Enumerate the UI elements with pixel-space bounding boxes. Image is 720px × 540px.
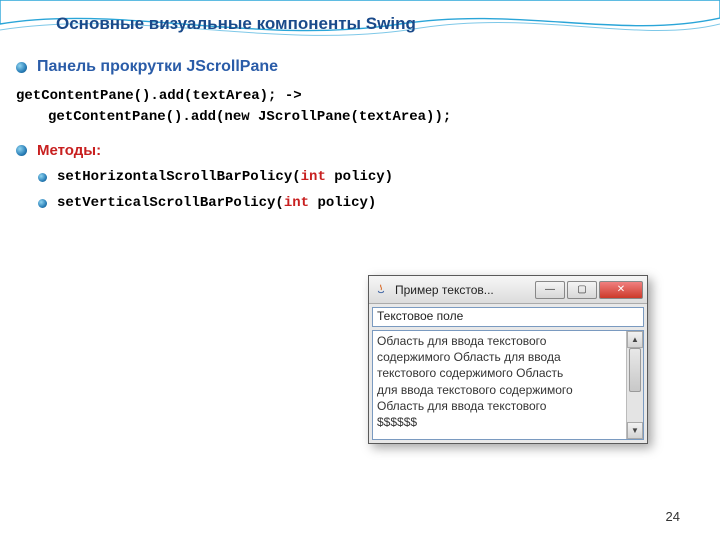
- textarea-line: для ввода текстового содержимого: [377, 382, 622, 398]
- bullet-icon: [16, 145, 27, 156]
- text-area[interactable]: Область для ввода текстового содержимого…: [373, 331, 626, 439]
- example-window: Пример текстов... — ▢ ✕ Текстовое поле О…: [368, 275, 648, 444]
- textarea-line: содержимого Область для ввода: [377, 349, 622, 365]
- scroll-pane: Область для ввода текстового содержимого…: [372, 330, 644, 440]
- method-item: setVerticalScrollBarPolicy(int policy): [38, 195, 704, 211]
- code-block: getContentPane().add(textArea); -> getCo…: [16, 86, 704, 128]
- textarea-line: $$$$$$: [377, 414, 622, 430]
- section-heading-row: Панель прокрутки JScrollPane: [16, 58, 704, 76]
- maximize-icon: ▢: [577, 284, 586, 295]
- window-title: Пример текстов...: [395, 283, 535, 297]
- slide-title: Основные визуальные компоненты Swing: [56, 14, 416, 34]
- bullet-icon: [16, 62, 27, 73]
- methods-heading: Методы:: [37, 142, 101, 159]
- minimize-button[interactable]: —: [535, 281, 565, 299]
- method-text: setVerticalScrollBarPolicy(int policy): [57, 195, 376, 211]
- code-line-2: getContentPane().add(new JScrollPane(tex…: [48, 107, 704, 128]
- section-heading: Панель прокрутки JScrollPane: [37, 58, 278, 76]
- page-number: 24: [666, 509, 680, 524]
- java-icon: [373, 282, 389, 298]
- method-text: setHorizontalScrollBarPolicy(int policy): [57, 169, 393, 185]
- bullet-icon: [38, 199, 47, 208]
- maximize-button[interactable]: ▢: [567, 281, 597, 299]
- scroll-down-button[interactable]: ▼: [627, 422, 643, 439]
- methods-heading-row: Методы:: [16, 142, 704, 159]
- slide-content: Панель прокрутки JScrollPane getContentP…: [16, 58, 704, 221]
- chevron-up-icon: ▲: [631, 335, 639, 344]
- scroll-up-button[interactable]: ▲: [627, 331, 643, 348]
- window-body: Текстовое поле Область для ввода текстов…: [369, 304, 647, 443]
- close-icon: ✕: [617, 284, 625, 295]
- vertical-scrollbar[interactable]: ▲ ▼: [626, 331, 643, 439]
- method-item: setHorizontalScrollBarPolicy(int policy): [38, 169, 704, 185]
- close-button[interactable]: ✕: [599, 281, 643, 299]
- window-titlebar[interactable]: Пример текстов... — ▢ ✕: [369, 276, 647, 304]
- minimize-icon: —: [545, 284, 555, 295]
- window-buttons: — ▢ ✕: [535, 281, 643, 299]
- chevron-down-icon: ▼: [631, 426, 639, 435]
- textarea-line: текстового содержимого Область: [377, 365, 622, 381]
- code-line-1: getContentPane().add(textArea); ->: [16, 86, 704, 107]
- scroll-thumb[interactable]: [629, 348, 641, 392]
- textarea-line: Область для ввода текстового: [377, 333, 622, 349]
- scroll-track[interactable]: [627, 348, 643, 422]
- text-field[interactable]: Текстовое поле: [372, 307, 644, 327]
- textarea-line: Область для ввода текстового: [377, 398, 622, 414]
- bullet-icon: [38, 173, 47, 182]
